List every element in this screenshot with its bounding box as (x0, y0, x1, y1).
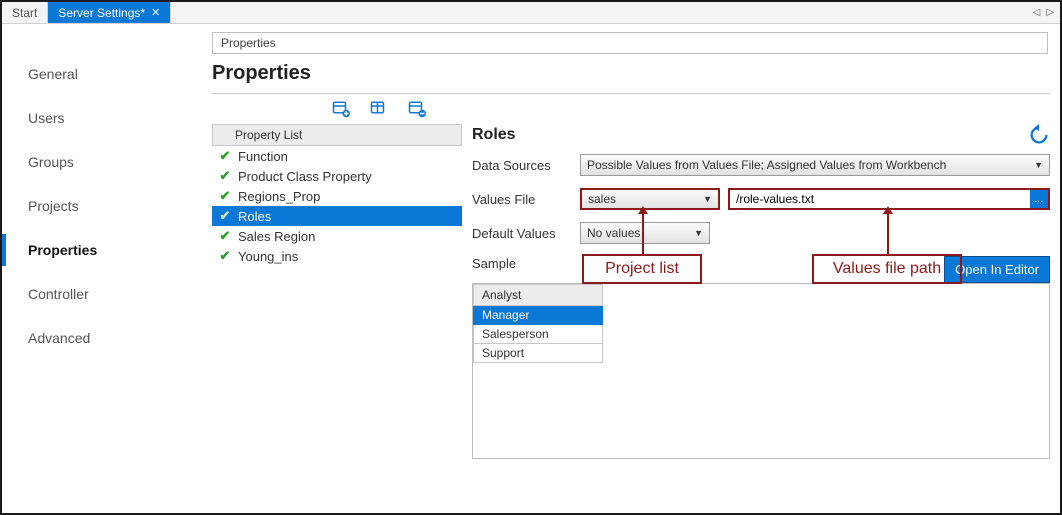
label-default-values: Default Values (472, 226, 572, 241)
sidebar-item-label: Groups (28, 154, 74, 170)
divider (212, 93, 1050, 94)
detail-title: Roles (472, 126, 516, 144)
add-table-icon[interactable] (332, 100, 350, 118)
property-row[interactable]: ✔ Product Class Property (212, 166, 462, 186)
remove-table-icon[interactable] (408, 100, 426, 118)
chevron-down-icon: ▼ (703, 194, 712, 204)
tab-nav: ◁ ▷ (1031, 2, 1056, 23)
sample-item[interactable]: Manager (473, 306, 603, 325)
sidebar-item-properties[interactable]: Properties (2, 234, 192, 266)
tab-next-icon[interactable]: ▷ (1044, 7, 1056, 18)
sidebar-item-label: Advanced (28, 330, 90, 346)
sample-list-header: Analyst (473, 284, 603, 306)
breadcrumb-text: Properties (221, 36, 276, 50)
property-row[interactable]: ✔ Regions_Prop (212, 186, 462, 206)
close-icon[interactable]: ✕ (151, 6, 160, 19)
sidebar-item-label: Properties (28, 242, 97, 258)
sample-list: Analyst Manager Salesperson Support (473, 284, 603, 363)
edit-table-icon[interactable] (370, 100, 388, 118)
toolbar (332, 100, 1050, 118)
sidebar-item-groups[interactable]: Groups (2, 146, 192, 178)
property-label: Roles (238, 209, 271, 224)
property-row[interactable]: ✔ Young_ins (212, 246, 462, 266)
main-panel: Properties Properties Property List (192, 24, 1060, 513)
check-icon: ✔ (218, 248, 232, 264)
label-data-sources: Data Sources (472, 158, 572, 173)
check-icon: ✔ (218, 188, 232, 204)
tab-start[interactable]: Start (2, 2, 48, 23)
tab-label: Server Settings* (58, 6, 145, 20)
property-label: Regions_Prop (238, 189, 320, 204)
browse-button[interactable]: … (1030, 190, 1048, 208)
tab-bar: Start Server Settings* ✕ ◁ ▷ (2, 2, 1060, 24)
sidebar-item-users[interactable]: Users (2, 102, 192, 134)
check-icon: ✔ (218, 168, 232, 184)
sidebar-item-general[interactable]: General (2, 58, 192, 90)
sidebar-item-label: Projects (28, 198, 79, 214)
label-values-file: Values File (472, 192, 572, 207)
data-sources-combo[interactable]: Possible Values from Values File; Assign… (580, 154, 1050, 176)
default-values-combo[interactable]: No values ▼ (580, 222, 710, 244)
page-title: Properties (212, 58, 1050, 93)
sidebar-item-label: Users (28, 110, 65, 126)
sample-box: Analyst Manager Salesperson Support (472, 283, 1050, 459)
sidebar-item-projects[interactable]: Projects (2, 190, 192, 222)
sample-item[interactable]: Salesperson (473, 325, 603, 344)
open-in-editor-button[interactable]: Open In Editor (944, 256, 1050, 283)
project-combo[interactable]: sales ▼ (580, 188, 720, 210)
combo-value: sales (588, 192, 616, 206)
breadcrumb: Properties (212, 32, 1048, 54)
sidebar-item-controller[interactable]: Controller (2, 278, 192, 310)
property-label: Function (238, 149, 288, 164)
values-file-path-field: … (728, 188, 1050, 210)
sidebar-item-advanced[interactable]: Advanced (2, 322, 192, 354)
combo-value: No values (587, 226, 640, 240)
refresh-icon[interactable] (1028, 124, 1050, 146)
tab-label: Start (12, 6, 37, 20)
sidebar-item-label: Controller (28, 286, 89, 302)
property-label: Product Class Property (238, 169, 372, 184)
property-list-header: Property List (212, 124, 462, 146)
check-icon: ✔ (218, 148, 232, 164)
sidebar-item-label: General (28, 66, 78, 82)
combo-value: Possible Values from Values File; Assign… (587, 158, 946, 172)
property-row[interactable]: ✔ Sales Region (212, 226, 462, 246)
detail-panel: Roles Data Sources Possible Values from … (472, 124, 1050, 459)
chevron-down-icon: ▼ (694, 228, 703, 238)
property-row-roles[interactable]: ✔ Roles (212, 206, 462, 226)
property-list-panel: Property List ✔ Function ✔ Product Class P… (212, 124, 462, 266)
label-sample: Sample (472, 256, 516, 271)
tab-prev-icon[interactable]: ◁ (1031, 7, 1043, 18)
property-label: Young_ins (238, 249, 298, 264)
tab-server-settings[interactable]: Server Settings* ✕ (48, 2, 171, 23)
check-icon: ✔ (218, 228, 232, 244)
property-row[interactable]: ✔ Function (212, 146, 462, 166)
values-file-path-input[interactable] (730, 190, 1030, 208)
sidebar: General Users Groups Projects Properties… (2, 24, 192, 513)
chevron-down-icon: ▼ (1034, 160, 1043, 170)
property-label: Sales Region (238, 229, 315, 244)
sample-item[interactable]: Support (473, 344, 603, 363)
check-icon: ✔ (218, 208, 232, 224)
